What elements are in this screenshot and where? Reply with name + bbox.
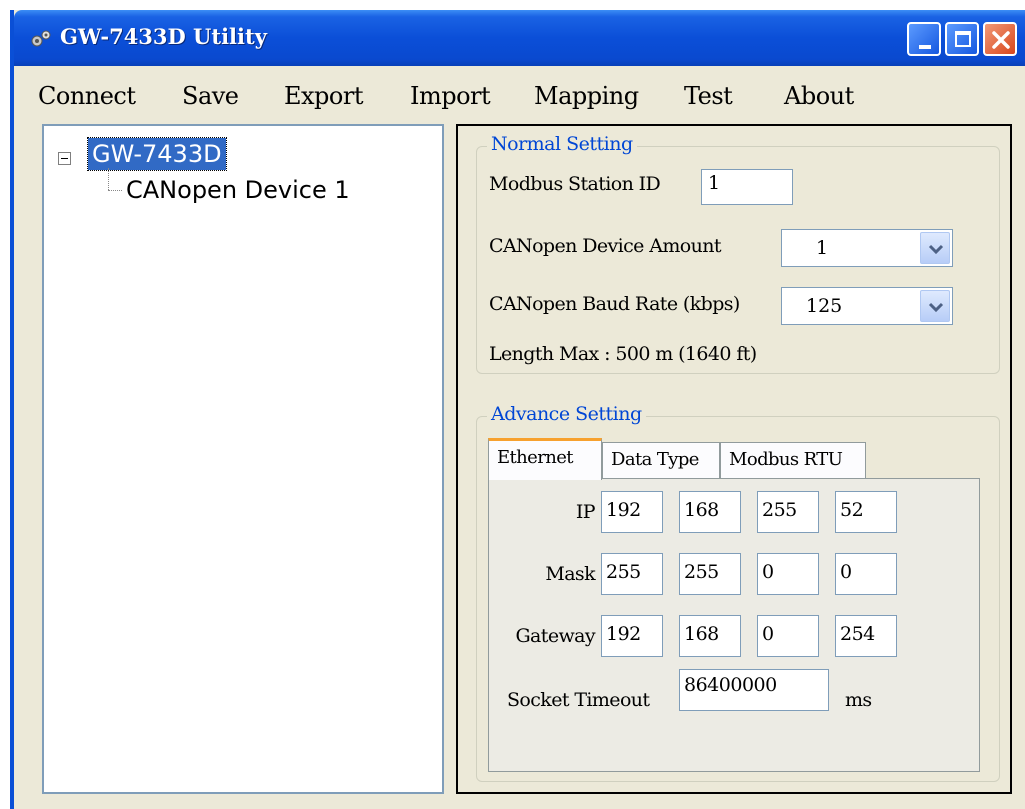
socket-timeout-unit: ms xyxy=(845,689,872,711)
tree-connector xyxy=(108,190,122,191)
menu-test[interactable]: Test xyxy=(684,82,733,110)
baud-rate-value: 125 xyxy=(806,295,843,317)
normal-setting-group: Normal Setting Modbus Station ID 1 CANop… xyxy=(476,133,1000,374)
mask-octet-3[interactable]: 0 xyxy=(757,553,819,595)
menu-connect[interactable]: Connect xyxy=(38,82,136,110)
ip-label: IP xyxy=(575,501,596,523)
mask-octet-1[interactable]: 255 xyxy=(601,553,663,595)
device-amount-label: CANopen Device Amount xyxy=(489,235,722,257)
mask-label: Mask xyxy=(545,563,595,585)
menu-save[interactable]: Save xyxy=(182,82,239,110)
station-id-label: Modbus Station ID xyxy=(489,173,661,195)
normal-setting-title: Normal Setting xyxy=(487,133,637,155)
gateway-octet-4[interactable]: 254 xyxy=(835,615,897,657)
baud-rate-select[interactable]: 125 xyxy=(781,287,953,325)
tab-data-type[interactable]: Data Type xyxy=(602,442,720,478)
window-title: GW-7433D Utility xyxy=(60,24,267,49)
ip-octet-2[interactable]: 168 xyxy=(679,491,741,533)
app-window: GW-7433D Utility Connect Save Export Imp… xyxy=(10,10,1025,809)
close-button[interactable] xyxy=(983,22,1017,56)
tree-collapse-icon[interactable] xyxy=(58,152,71,165)
gateway-octet-1[interactable]: 192 xyxy=(601,615,663,657)
device-tree[interactable]: GW-7433D CANopen Device 1 xyxy=(42,124,444,794)
minimize-icon xyxy=(919,45,931,49)
dropdown-arrow-icon[interactable] xyxy=(920,232,950,264)
gears-icon xyxy=(31,30,51,47)
menu-import[interactable]: Import xyxy=(410,82,491,110)
socket-timeout-input[interactable]: 86400000 xyxy=(679,669,829,711)
close-icon xyxy=(992,31,1010,49)
length-max-text: Length Max : 500 m (1640 ft) xyxy=(489,343,757,365)
ip-octet-3[interactable]: 255 xyxy=(757,491,819,533)
dropdown-arrow-icon[interactable] xyxy=(920,290,950,322)
socket-timeout-label: Socket Timeout xyxy=(507,689,650,711)
gateway-octet-3[interactable]: 0 xyxy=(757,615,819,657)
tree-connector xyxy=(108,168,109,190)
menu-about[interactable]: About xyxy=(784,82,854,110)
maximize-icon xyxy=(955,31,971,47)
tree-node-canopen-device-1[interactable]: CANopen Device 1 xyxy=(126,174,350,206)
gateway-octet-2[interactable]: 168 xyxy=(679,615,741,657)
advance-setting-title: Advance Setting xyxy=(487,403,646,425)
ethernet-tab-panel: IP 192 168 255 52 Mask 255 255 0 0 Gatew… xyxy=(488,478,980,772)
baud-rate-label: CANopen Baud Rate (kbps) xyxy=(489,293,740,315)
menu-export[interactable]: Export xyxy=(284,82,363,110)
maximize-button[interactable] xyxy=(945,22,979,56)
tab-ethernet[interactable]: Ethernet xyxy=(488,438,602,480)
menu-bar: Connect Save Export Import Mapping Test … xyxy=(14,66,1025,124)
station-id-input[interactable]: 1 xyxy=(701,169,793,205)
ip-octet-1[interactable]: 192 xyxy=(601,491,663,533)
device-amount-value: 1 xyxy=(816,237,829,259)
settings-panel: Normal Setting Modbus Station ID 1 CANop… xyxy=(456,124,1012,794)
mask-octet-2[interactable]: 255 xyxy=(679,553,741,595)
mask-octet-4[interactable]: 0 xyxy=(835,553,897,595)
minimize-button[interactable] xyxy=(907,22,941,56)
tab-modbus-rtu[interactable]: Modbus RTU xyxy=(720,442,866,478)
device-amount-select[interactable]: 1 xyxy=(781,229,953,267)
gateway-label: Gateway xyxy=(515,625,595,647)
ip-octet-4[interactable]: 52 xyxy=(835,491,897,533)
tree-node-gw-7433d[interactable]: GW-7433D xyxy=(87,137,227,171)
menu-mapping[interactable]: Mapping xyxy=(534,82,639,110)
title-bar[interactable]: GW-7433D Utility xyxy=(14,10,1025,66)
